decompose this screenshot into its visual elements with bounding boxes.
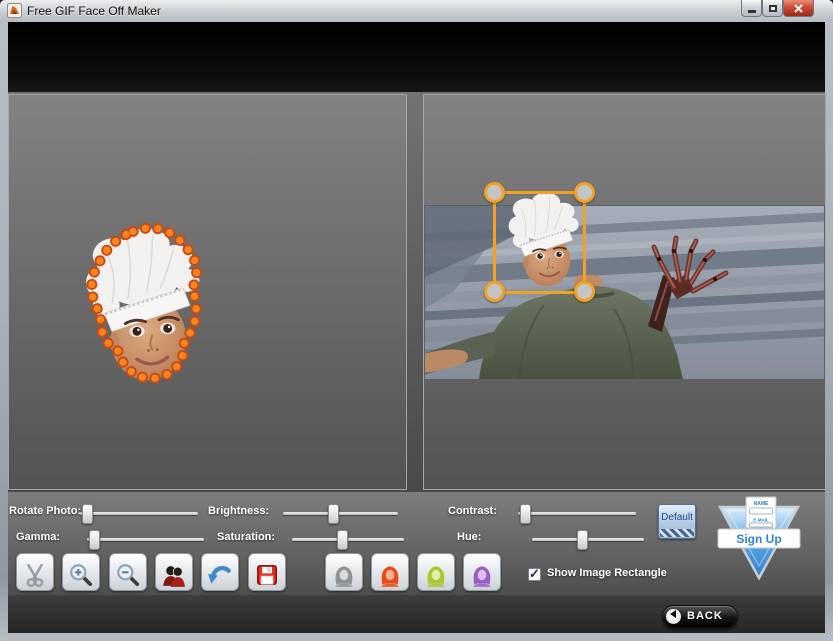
adjustment-panel: Rotate Photo: Brightness: Contrast: Gamm… <box>8 492 825 595</box>
undo-button[interactable] <box>201 553 239 591</box>
bottom-bar: BACK <box>8 595 825 633</box>
default-button[interactable]: Default <box>658 504 696 539</box>
signup-form-icon: NAME E-MAIL <box>746 497 776 528</box>
face-selection-rectangle[interactable] <box>493 191 586 294</box>
resize-handle-top-left[interactable] <box>484 182 505 203</box>
saturation-slider[interactable] <box>292 530 404 550</box>
scissors-icon <box>22 562 48 588</box>
resize-handle-top-right[interactable] <box>574 182 595 203</box>
orange-face-style-button[interactable] <box>371 553 409 591</box>
zoom-in-button[interactable] <box>62 553 100 591</box>
faces-icon <box>161 562 187 588</box>
zoom-out-button[interactable] <box>109 553 147 591</box>
minimize-button[interactable] <box>741 0 762 17</box>
zoom-in-icon <box>68 562 94 588</box>
undo-icon <box>207 562 233 588</box>
signup-badge[interactable]: NAME E-MAIL Sign Up <box>717 496 801 584</box>
cutout-face-image[interactable] <box>64 221 208 383</box>
slider-thumb[interactable] <box>328 504 339 524</box>
rotate-photo-slider[interactable] <box>80 504 198 524</box>
saturation-label: Saturation: <box>217 531 275 543</box>
hue-slider[interactable] <box>532 530 644 550</box>
slider-track[interactable] <box>283 512 398 515</box>
slider-track[interactable] <box>518 512 636 515</box>
zoom-out-icon <box>115 562 141 588</box>
back-label: BACK <box>687 610 723 622</box>
app-icon <box>7 3 22 18</box>
slider-thumb[interactable] <box>577 530 588 550</box>
window-title: Free GIF Face Off Maker <box>27 4 161 18</box>
save-button[interactable] <box>248 553 286 591</box>
rotate-photo-label: Rotate Photo: <box>9 505 81 517</box>
brightness-label: Brightness: <box>208 505 269 517</box>
slider-thumb[interactable] <box>82 504 93 524</box>
slider-thumb[interactable] <box>337 530 348 550</box>
purple-lady-icon <box>469 562 495 588</box>
green-lady-icon <box>423 562 449 588</box>
maximize-icon <box>769 5 777 12</box>
svg-text:E-MAIL: E-MAIL <box>753 518 769 523</box>
swap-faces-button[interactable] <box>155 553 193 591</box>
app-window: Free GIF Face Off Maker <box>0 0 833 641</box>
slider-thumb[interactable] <box>89 530 100 550</box>
close-icon <box>794 4 803 13</box>
purple-face-style-button[interactable] <box>463 553 501 591</box>
contrast-label: Contrast: <box>448 505 497 517</box>
back-arrow-icon <box>666 610 676 618</box>
slider-thumb[interactable] <box>520 504 531 524</box>
contrast-slider[interactable] <box>518 504 636 524</box>
gamma-slider[interactable] <box>87 530 204 550</box>
gray-lady-icon <box>331 562 357 588</box>
brightness-slider[interactable] <box>283 504 398 524</box>
back-button[interactable]: BACK <box>662 605 738 628</box>
ad-banner <box>8 22 825 93</box>
cut-button[interactable] <box>16 553 54 591</box>
minimize-icon <box>748 10 756 13</box>
hue-label: Hue: <box>457 531 481 543</box>
green-face-style-button[interactable] <box>417 553 455 591</box>
orange-lady-icon <box>377 562 403 588</box>
resize-handle-bottom-right[interactable] <box>574 281 595 302</box>
save-floppy-icon <box>254 562 280 588</box>
slider-track[interactable] <box>80 512 198 515</box>
slider-track[interactable] <box>87 538 204 541</box>
show-image-rectangle-checkbox[interactable] <box>528 568 541 581</box>
slider-track[interactable] <box>532 538 644 541</box>
close-button[interactable] <box>783 0 814 17</box>
titlebar[interactable]: Free GIF Face Off Maker <box>0 0 833 22</box>
resize-handle-bottom-left[interactable] <box>484 281 505 302</box>
slider-track[interactable] <box>292 538 404 541</box>
gamma-label: Gamma: <box>16 531 60 543</box>
svg-text:NAME: NAME <box>754 501 769 507</box>
maximize-button[interactable] <box>762 0 783 17</box>
show-image-rectangle-label: Show Image Rectangle <box>547 567 667 579</box>
signup-label: Sign Up <box>736 532 781 546</box>
gray-face-style-button[interactable] <box>325 553 363 591</box>
